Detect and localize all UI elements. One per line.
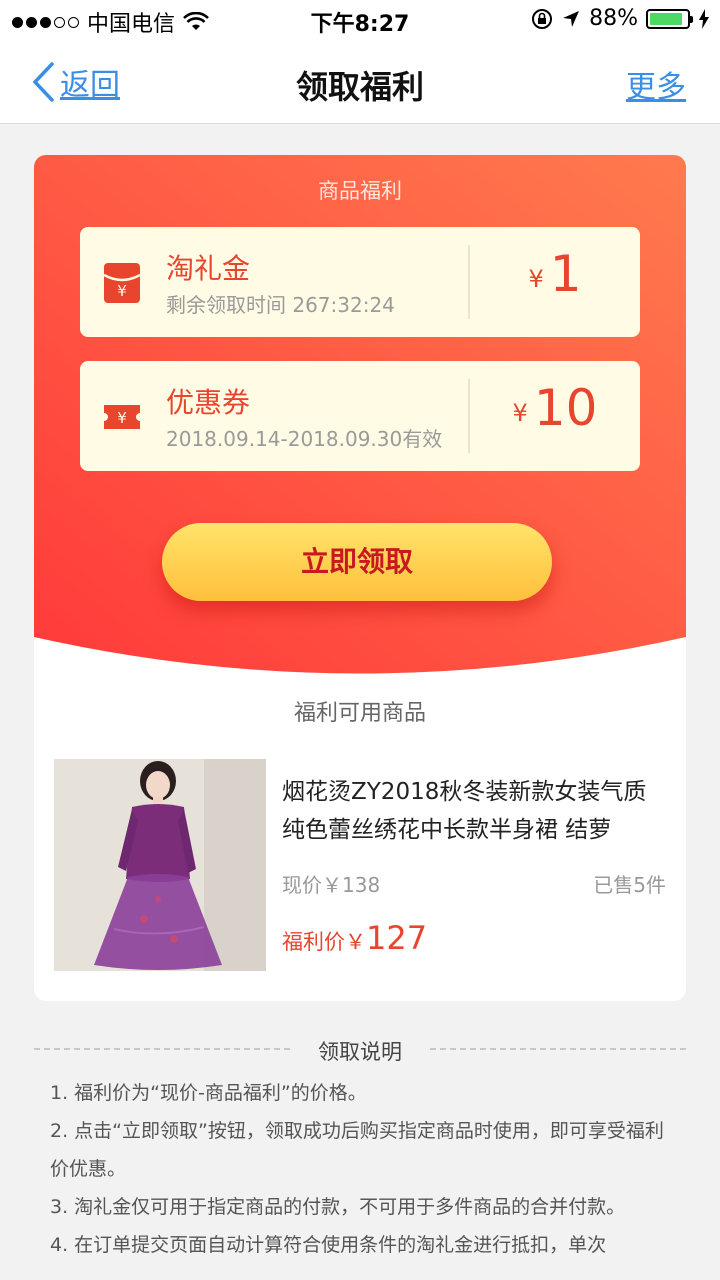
benefit-card: 商品福利 ¥ 淘礼金 剩余领取时间 267:32:24 ¥1 ¥ 优惠券 201… [34,155,686,1001]
coupon-validity: 2018.09.14-2018.09.30有效 [166,427,443,451]
product-item[interactable]: 烟花烫ZY2018秋冬装新款女装气质纯色蕾丝绣花中长款半身裙 结萝 现价￥138… [54,759,666,971]
instruction-item: 1. 福利价为“现价-商品福利”的价格。 [50,1082,367,1104]
red-envelope-icon: ¥ [104,263,140,303]
ticket-icon: ¥ [104,405,140,429]
page-title: 领取福利 [295,68,424,106]
discount-coupon: ¥ 优惠券 2018.09.14-2018.09.30有效 ¥10 [80,361,640,471]
svg-text:¥: ¥ [117,409,127,427]
gift-money-coupon: ¥ 淘礼金 剩余领取时间 267:32:24 ¥1 [80,227,640,337]
charging-bolt-icon [699,8,709,29]
coupon-value: 10 [533,379,598,437]
product-current-price: 现价￥138 [282,873,381,897]
deal-price-label: 福利价￥ [282,930,366,954]
instructions-list: 1. 福利价为“现价-商品福利”的价格。 2. 点击“立即领取”按钮，领取成功后… [50,1074,670,1264]
coupon-name: 优惠券 [166,386,251,419]
benefits-section-title: 商品福利 [318,179,402,203]
battery-percent: 88% [589,6,638,31]
svg-text:¥: ¥ [117,282,127,300]
currency-symbol: ¥ [512,399,528,427]
navigation-bar: 返回 领取福利 更多 [0,40,720,124]
gift-money-amount: ¥1 [470,245,640,303]
claim-now-button[interactable]: 立即领取 [162,523,552,601]
instructions-title: 领取说明 [318,1040,402,1064]
gift-money-remaining-time: 剩余领取时间 267:32:24 [166,293,395,317]
instruction-item: 2. 点击“立即领取”按钮，领取成功后购买指定商品时使用，即可享受福利价优惠。 [50,1120,664,1180]
instruction-item: 3. 淘礼金仅可用于指定商品的付款，不可用于多件商品的合并付款。 [50,1196,626,1218]
product-image [54,759,266,971]
product-deal-price: 福利价￥127 [282,919,427,957]
gift-money-value: 1 [549,245,582,303]
currency-symbol: ¥ [528,265,544,293]
status-bar: 中国电信 下午8:27 88% [0,0,720,40]
gift-money-name: 淘礼金 [166,252,251,285]
instructions-header: 领取说明 [34,1036,686,1064]
instruction-item: 4. 在订单提交页面自动计算符合使用条件的淘礼金进行抵扣，单次 [50,1234,607,1256]
battery-icon [646,8,693,29]
coupon-amount: ¥10 [470,379,640,437]
status-right: 88% [531,6,710,31]
eligible-goods-title: 福利可用商品 [293,701,426,726]
location-arrow-icon [563,10,580,27]
product-name: 烟花烫ZY2018秋冬装新款女装气质纯色蕾丝绣花中长款半身裙 结萝 [282,779,647,843]
orientation-lock-icon [532,8,553,29]
deal-price-value: 127 [366,919,428,957]
product-sold-count: 已售5件 [593,873,666,897]
more-button[interactable]: 更多 [626,62,686,106]
dashed-divider [430,1048,686,1050]
